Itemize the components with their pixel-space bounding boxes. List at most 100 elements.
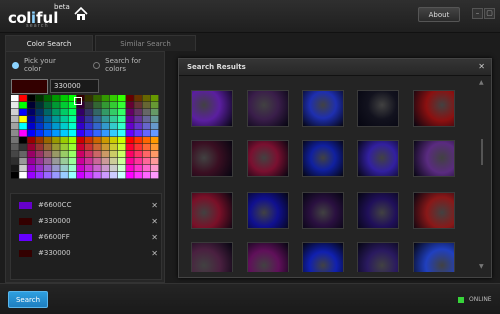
palette-cell[interactable] [43,144,52,151]
palette-cell[interactable] [27,123,36,130]
palette-cell[interactable] [109,172,118,179]
palette-cell[interactable] [85,95,93,102]
palette-cell[interactable] [134,95,142,102]
palette-cell[interactable] [35,151,44,158]
palette-cell[interactable] [85,172,93,179]
palette-cell[interactable] [43,123,52,130]
palette-cell[interactable] [43,165,52,172]
palette-cell[interactable] [19,158,27,165]
palette-cell[interactable] [85,165,93,172]
palette-cell[interactable] [134,144,142,151]
palette-cell[interactable] [19,102,27,109]
palette-cell[interactable] [11,158,19,165]
palette-cell[interactable] [101,172,110,179]
palette-cell[interactable] [27,102,36,109]
palette-cell[interactable] [19,151,27,158]
palette-cell[interactable] [19,123,27,130]
result-thumbnail[interactable] [302,90,344,127]
palette-cell[interactable] [35,137,44,144]
palette-cell[interactable] [52,151,60,158]
palette-cell[interactable] [101,144,110,151]
palette-cell[interactable] [134,137,142,144]
home-icon[interactable] [73,6,89,22]
palette-cell[interactable] [43,137,52,144]
palette-cell[interactable] [52,123,60,130]
palette-cell[interactable] [35,123,44,130]
about-button[interactable]: About [418,7,460,22]
palette-cell[interactable] [142,172,151,179]
palette-cell[interactable] [117,158,126,165]
palette-cell[interactable] [85,130,93,137]
palette-cell[interactable] [27,172,36,179]
palette-cell[interactable] [134,123,142,130]
palette-cell[interactable] [109,130,118,137]
palette-cell[interactable] [52,172,60,179]
palette-cell[interactable] [68,165,77,172]
palette-cell[interactable] [60,116,68,123]
palette-cell[interactable] [27,137,36,144]
palette-cell[interactable] [35,130,44,137]
tab-color-search[interactable]: Color Search [5,35,93,51]
palette-cell[interactable] [117,116,126,123]
palette-cell[interactable] [101,137,110,144]
saved-color-item[interactable]: #6600FF ✕ [14,230,158,244]
scrollbar-thumb[interactable] [481,139,483,165]
palette-cell[interactable] [150,165,159,172]
palette-cell[interactable] [101,109,110,116]
scroll-up-icon[interactable]: ▲ [479,79,484,86]
palette-cell[interactable] [68,137,77,144]
palette-cell[interactable] [27,130,36,137]
palette-cell[interactable] [93,144,101,151]
palette-cell[interactable] [52,102,60,109]
palette-cell[interactable] [142,137,151,144]
result-thumbnail[interactable] [413,90,455,127]
palette-cell[interactable] [52,109,60,116]
palette-cell[interactable] [76,165,85,172]
palette-cell[interactable] [101,95,110,102]
palette-cell[interactable] [142,95,151,102]
palette-cell[interactable] [134,151,142,158]
scroll-down-icon[interactable]: ▼ [479,263,484,270]
palette-cell[interactable] [142,130,151,137]
palette-cell[interactable] [52,130,60,137]
palette-cell[interactable] [76,172,85,179]
palette-cell[interactable] [117,130,126,137]
palette-cell[interactable] [126,130,134,137]
result-thumbnail[interactable] [247,242,289,272]
palette-cell[interactable] [11,172,19,179]
palette-cell[interactable] [60,102,68,109]
palette-cell[interactable] [134,116,142,123]
palette-cell[interactable] [101,116,110,123]
result-thumbnail[interactable] [191,242,233,272]
palette-cell[interactable] [109,95,118,102]
palette-cell[interactable] [142,123,151,130]
palette-cell[interactable] [134,172,142,179]
palette-cell[interactable] [134,165,142,172]
palette-cell[interactable] [19,116,27,123]
palette-cell[interactable] [101,151,110,158]
palette-cell[interactable] [142,151,151,158]
hex-input[interactable]: 330000 [50,79,99,93]
palette-cell[interactable] [35,165,44,172]
palette-cell[interactable] [85,151,93,158]
palette-cell[interactable] [126,158,134,165]
palette-cell[interactable] [76,137,85,144]
palette-cell[interactable] [52,116,60,123]
palette-cell[interactable] [126,172,134,179]
palette-cell[interactable] [93,130,101,137]
saved-color-item[interactable]: #6600CC ✕ [14,198,158,212]
palette-cell[interactable] [19,109,27,116]
palette-cell[interactable] [117,109,126,116]
palette-cell[interactable] [150,102,159,109]
palette-cell[interactable] [101,102,110,109]
palette-cell[interactable] [11,102,19,109]
palette-cell[interactable] [76,151,85,158]
palette-cell[interactable] [109,109,118,116]
palette-cell[interactable] [60,130,68,137]
palette-cell[interactable] [27,95,36,102]
palette-cell[interactable] [134,130,142,137]
palette-cell[interactable] [85,123,93,130]
palette-cell[interactable] [150,151,159,158]
palette-cell[interactable] [60,158,68,165]
palette-cell[interactable] [150,109,159,116]
